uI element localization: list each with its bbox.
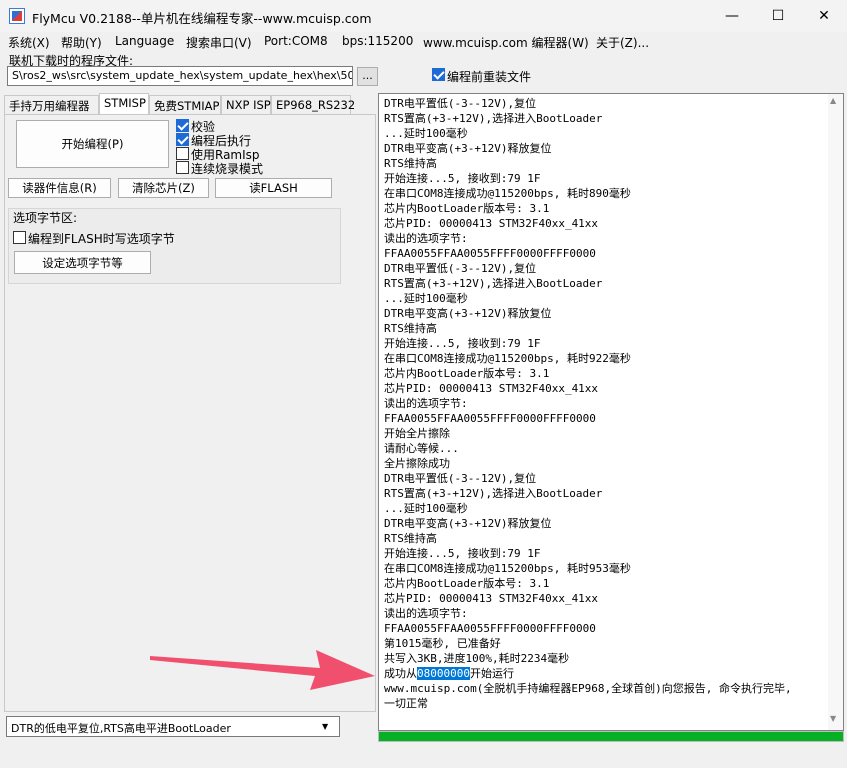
menu-bar: 系统(X) 帮助(Y) Language 搜索串口(V) Port:COM8 b… — [0, 32, 847, 52]
log-line: DTR电平变高(+3-+12V)释放复位 — [384, 142, 552, 155]
maximize-button[interactable]: ☐ — [755, 0, 801, 32]
log-line: ...延时100毫秒 — [384, 502, 468, 515]
verify-checkbox[interactable] — [176, 119, 189, 132]
log-line: RTS维持高 — [384, 157, 437, 170]
log-line: 在串口COM8连接成功@115200bps, 耗时953毫秒 — [384, 562, 631, 575]
read-device-info-button[interactable]: 读器件信息(R) — [8, 178, 111, 198]
file-path-input[interactable]: S\ros2_ws\src\system_update_hex\system_u… — [7, 66, 353, 86]
menu-about[interactable]: 关于(Z)... — [596, 34, 649, 51]
log-line: 芯片PID: 00000413 STM32F40xx_41xx — [384, 592, 599, 605]
log-line: 芯片PID: 00000413 STM32F40xx_41xx — [384, 217, 599, 230]
log-line: DTR电平置低(-3--12V),复位 — [384, 97, 537, 110]
log-line: 开始全片擦除 — [384, 427, 450, 440]
log-line: 共写入3KB,进度100%,耗时2234毫秒 — [384, 652, 570, 665]
reset-mode-select[interactable]: DTR的低电平复位,RTS高电平进BootLoader — [6, 716, 340, 737]
run-after-program-checkbox[interactable] — [176, 133, 189, 146]
log-line: RTS维持高 — [384, 322, 437, 335]
tab-stmiap[interactable]: 免费STMIAP — [149, 95, 221, 115]
tab-ep968[interactable]: EP968_RS232 — [271, 95, 355, 115]
progress-fill — [379, 732, 843, 741]
log-line: 在串口COM8连接成功@115200bps, 耗时922毫秒 — [384, 352, 631, 365]
log-line: RTS置高(+3-+12V),选择进入BootLoader — [384, 487, 603, 500]
log-line: 开始连接...5, 接收到:79 1F — [384, 337, 541, 350]
log-line: 开始连接...5, 接收到:79 1F — [384, 172, 541, 185]
app-icon — [9, 8, 25, 24]
log-line: DTR电平置低(-3--12V),复位 — [384, 472, 537, 485]
log-line: 全片擦除成功 — [384, 457, 450, 470]
log-text: 成功从 — [384, 667, 417, 680]
log-line: ...延时100毫秒 — [384, 127, 468, 140]
log-lines: DTR电平置低(-3--12V),复位 RTS置高(+3-+12V),选择进入Bo… — [384, 96, 828, 711]
log-line: 第1015毫秒, 已准备好 — [384, 637, 501, 650]
log-line: FFAA0055FFAA0055FFFF0000FFFF0000 — [384, 412, 596, 425]
tab-nxp-isp[interactable]: NXP ISP — [221, 95, 271, 115]
log-line: FFAA0055FFAA0055FFFF0000FFFF0000 — [384, 622, 596, 635]
minimize-button[interactable]: — — [709, 0, 755, 32]
log-line: RTS置高(+3-+12V),选择进入BootLoader — [384, 112, 603, 125]
log-line: 芯片内BootLoader版本号: 3.1 — [384, 367, 550, 380]
tab-stmisp[interactable]: STMISP — [99, 93, 149, 115]
log-line: DTR电平变高(+3-+12V)释放复位 — [384, 517, 552, 530]
menu-search-port[interactable]: 搜索串口(V) — [186, 34, 252, 51]
log-text: 开始运行 — [469, 667, 514, 680]
log-line: 读出的选项字节: — [384, 607, 468, 620]
option-byte-group-title: 选项字节区: — [13, 211, 78, 225]
log-line: RTS维持高 — [384, 532, 437, 545]
reload-file-checkbox[interactable] — [432, 68, 445, 81]
log-line: 在串口COM8连接成功@115200bps, 耗时890毫秒 — [384, 187, 631, 200]
log-line: 芯片内BootLoader版本号: 3.1 — [384, 202, 550, 215]
erase-chip-button[interactable]: 清除芯片(Z) — [118, 178, 209, 198]
scroll-down-icon[interactable]: ▼ — [830, 714, 836, 723]
stmisp-panel — [4, 114, 376, 712]
log-line: 请耐心等候... — [384, 442, 459, 455]
menu-help[interactable]: 帮助(Y) — [61, 34, 102, 51]
continuous-burn-checkbox[interactable] — [176, 161, 189, 174]
read-flash-button[interactable]: 读FLASH — [215, 178, 332, 198]
window-title: FlyMcu V0.2188--单片机在线编程专家--www.mcuisp.co… — [32, 11, 372, 26]
log-line: 开始连接...5, 接收到:79 1F — [384, 547, 541, 560]
log-line: 芯片PID: 00000413 STM32F40xx_41xx — [384, 382, 599, 395]
close-button[interactable]: ✕ — [801, 0, 847, 32]
log-line: FFAA0055FFAA0055FFFF0000FFFF0000 — [384, 247, 596, 260]
menu-language[interactable]: Language — [115, 34, 174, 48]
log-scrollbar[interactable] — [828, 94, 843, 730]
log-line: 芯片内BootLoader版本号: 3.1 — [384, 577, 550, 590]
chevron-down-icon[interactable]: ▼ — [322, 722, 328, 731]
write-option-bytes-label: 编程到FLASH时写选项字节 — [28, 232, 175, 246]
menu-system[interactable]: 系统(X) — [8, 34, 50, 51]
tab-handheld-programmer[interactable]: 手持万用编程器 — [4, 95, 99, 115]
browse-button[interactable]: ... — [357, 67, 378, 86]
annotation-arrow-icon — [150, 650, 375, 690]
log-line-run: 成功从08000000开始运行 — [384, 666, 828, 681]
start-program-button[interactable]: 开始编程(P) — [16, 120, 169, 168]
run-address-selection: 08000000 — [417, 667, 470, 680]
log-line: ...延时100毫秒 — [384, 292, 468, 305]
reload-file-label: 编程前重装文件 — [447, 70, 532, 84]
log-line: 读出的选项字节: — [384, 397, 468, 410]
continuous-burn-label: 连续烧录模式 — [191, 162, 264, 176]
set-option-bytes-button[interactable]: 设定选项字节等 — [14, 251, 151, 274]
log-line: DTR电平变高(+3-+12V)释放复位 — [384, 307, 552, 320]
menu-bps[interactable]: bps:115200 — [342, 34, 413, 48]
menu-port[interactable]: Port:COM8 — [264, 34, 328, 48]
tab-strip: 手持万用编程器 STMISP 免费STMIAP NXP ISP EP968_RS… — [4, 93, 376, 115]
log-line: DTR电平置低(-3--12V),复位 — [384, 262, 537, 275]
write-option-bytes-checkbox[interactable] — [13, 231, 26, 244]
scroll-up-icon[interactable]: ▲ — [830, 96, 836, 105]
log-line: RTS置高(+3-+12V),选择进入BootLoader — [384, 277, 603, 290]
log-line: 读出的选项字节: — [384, 232, 468, 245]
log-line-final: www.mcuisp.com(全脱机手持编程器EP968,全球首创)向您报告, … — [384, 682, 792, 710]
use-ramisp-checkbox[interactable] — [176, 147, 189, 160]
menu-programmer[interactable]: www.mcuisp.com 编程器(W) — [423, 34, 589, 51]
